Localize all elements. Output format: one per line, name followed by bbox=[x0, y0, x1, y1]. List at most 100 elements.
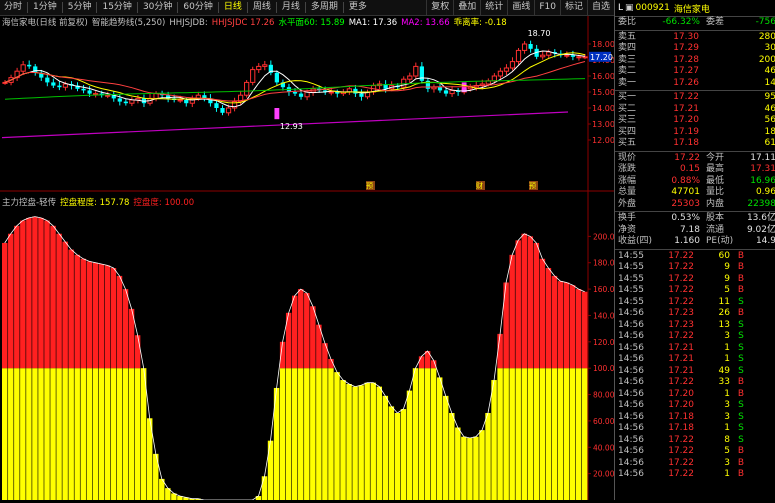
candle-body bbox=[413, 65, 419, 77]
toolbar-button-1[interactable]: 叠加 bbox=[453, 0, 480, 15]
sells-row[interactable]: 卖二 17.27 46 bbox=[615, 66, 775, 78]
stat-value: 0.15 bbox=[679, 164, 700, 174]
candle-body bbox=[564, 54, 570, 57]
tick-row[interactable]: 14:56 17.21 1 S bbox=[615, 354, 775, 366]
period-tab-0[interactable]: 分时 bbox=[0, 0, 26, 15]
control-bar-yellow bbox=[382, 395, 389, 500]
tick-row[interactable]: 14:56 17.21 1 S bbox=[615, 343, 775, 355]
toolbar-button-3[interactable]: 画线 bbox=[507, 0, 534, 15]
period-tab-9[interactable]: 多周期 bbox=[307, 0, 342, 15]
stat-label: 外盘 bbox=[618, 198, 637, 209]
toolbar-divider bbox=[217, 2, 219, 13]
control-bar-red bbox=[8, 233, 14, 369]
toolbar-button-4[interactable]: F10 bbox=[534, 0, 560, 15]
period-tab-8[interactable]: 月线 bbox=[278, 0, 304, 15]
control-bar-yellow bbox=[509, 368, 515, 500]
buys-row[interactable]: 买四 17.19 18 bbox=[615, 127, 775, 139]
candle-body bbox=[570, 55, 576, 57]
tick-row[interactable]: 14:56 17.22 3 B bbox=[615, 458, 775, 470]
tick-row[interactable]: 14:56 17.22 3 S bbox=[615, 331, 775, 343]
stat-value: 16.96 bbox=[750, 175, 775, 186]
buys-price: 17.18 bbox=[673, 138, 699, 148]
buys-volume: 56 bbox=[764, 115, 775, 125]
control-bar-yellow bbox=[316, 368, 322, 500]
period-tab-6[interactable]: 日线 bbox=[220, 0, 246, 15]
sells-row[interactable]: 卖一 17.26 14 bbox=[615, 78, 775, 90]
control-bar-yellow bbox=[255, 496, 262, 500]
buys-row[interactable]: 买二 17.21 46 bbox=[615, 104, 775, 116]
tick-row[interactable]: 14:55 17.22 9 B bbox=[615, 274, 775, 286]
sells-row[interactable]: 卖四 17.29 30 bbox=[615, 43, 775, 55]
period-tab-7[interactable]: 周线 bbox=[249, 0, 275, 15]
tick-row[interactable]: 14:56 17.23 26 B bbox=[615, 308, 775, 320]
period-tab-3[interactable]: 15分钟 bbox=[98, 0, 135, 15]
stat-label: 现价 bbox=[618, 152, 637, 163]
candle-body bbox=[262, 64, 268, 67]
control-bar-yellow bbox=[418, 368, 425, 500]
tick-row[interactable]: 14:56 17.23 13 S bbox=[615, 320, 775, 332]
tick-price: 17.22 bbox=[668, 457, 694, 468]
candle-body bbox=[256, 65, 262, 71]
stats-row: 外盘 25303 内盘 22398 bbox=[615, 199, 775, 211]
tick-row[interactable]: 14:56 17.18 1 S bbox=[615, 423, 775, 435]
tick-row[interactable]: 14:56 17.21 49 S bbox=[615, 366, 775, 378]
tick-row[interactable]: 14:55 17.22 5 B bbox=[615, 285, 775, 297]
tick-direction: B bbox=[737, 308, 745, 318]
stats-row: 涨跌 0.15 最高 17.31 bbox=[615, 164, 775, 176]
period-tab-2[interactable]: 5分钟 bbox=[64, 0, 96, 15]
control-bar-yellow bbox=[279, 368, 286, 500]
candle-body bbox=[431, 86, 437, 90]
toolbar-button-6[interactable]: 自选 bbox=[586, 0, 614, 15]
period-tab-5[interactable]: 60分钟 bbox=[179, 0, 216, 15]
tick-row[interactable]: 14:56 17.20 1 B bbox=[615, 389, 775, 401]
tick-row[interactable]: 14:55 17.22 11 S bbox=[615, 297, 775, 309]
indicator-y-label: 140.00 bbox=[593, 311, 614, 320]
period-tab-4[interactable]: 30分钟 bbox=[139, 0, 176, 15]
period-tab-1[interactable]: 1分钟 bbox=[29, 0, 61, 15]
control-bar-yellow bbox=[527, 368, 534, 500]
candle-body bbox=[540, 54, 546, 58]
tick-row[interactable]: 14:56 17.22 8 S bbox=[615, 435, 775, 447]
control-bar-red bbox=[418, 356, 425, 369]
tick-row[interactable]: 14:56 17.22 33 B bbox=[615, 377, 775, 389]
control-bar-red bbox=[575, 289, 582, 369]
toolbar-button-5[interactable]: 标记 bbox=[559, 0, 587, 15]
control-bar-yellow bbox=[424, 368, 431, 500]
control-bar-red bbox=[56, 233, 62, 369]
candle-body bbox=[546, 51, 552, 56]
indicator-y-label: 80.00 bbox=[593, 391, 614, 400]
control-bar-red bbox=[545, 268, 552, 369]
tick-time: 14:55 bbox=[618, 296, 644, 307]
toolbar-button-2[interactable]: 统计 bbox=[480, 0, 507, 15]
tick-price: 17.20 bbox=[668, 400, 694, 410]
tick-row[interactable]: 14:56 17.18 3 S bbox=[615, 412, 775, 424]
sells-row[interactable]: 卖五 17.30 280 bbox=[615, 32, 775, 44]
candle-body bbox=[93, 93, 99, 96]
tick-row[interactable]: 14:55 17.22 9 B bbox=[615, 262, 775, 274]
buys-row[interactable]: 买五 17.18 61 bbox=[615, 138, 775, 150]
control-bar-yellow bbox=[436, 377, 443, 500]
tick-time: 14:56 bbox=[618, 423, 644, 433]
tick-time: 14:55 bbox=[618, 262, 644, 272]
control-bar-yellow bbox=[304, 368, 310, 500]
control-bar-yellow bbox=[110, 368, 117, 500]
tick-price: 17.21 bbox=[668, 365, 694, 376]
tick-price: 17.20 bbox=[668, 388, 694, 399]
control-bar-red bbox=[104, 265, 111, 369]
tick-row[interactable]: 14:56 17.20 3 S bbox=[615, 400, 775, 412]
indicator-title: 主力控盘-轻传 bbox=[2, 197, 57, 208]
sells-row[interactable]: 卖三 17.28 200 bbox=[615, 55, 775, 67]
buys-row[interactable]: 买三 17.20 56 bbox=[615, 115, 775, 127]
tick-row[interactable]: 14:55 17.22 60 B bbox=[615, 251, 775, 263]
stats-row: 涨幅 0.88% 最低 16.96 bbox=[615, 176, 775, 188]
tick-row[interactable]: 14:56 17.22 1 B bbox=[615, 469, 775, 481]
control-bar-red bbox=[533, 242, 540, 369]
buys-row[interactable]: 买一 17.22 95 bbox=[615, 92, 775, 104]
period-tab-10[interactable]: 更多 bbox=[345, 0, 371, 15]
control-bar-yellow bbox=[430, 368, 437, 500]
toolbar-button-0[interactable]: 复权 bbox=[426, 0, 453, 15]
sells-volume: 30 bbox=[764, 43, 775, 53]
toolbar-divider bbox=[177, 2, 179, 13]
control-bar-yellow bbox=[116, 368, 123, 500]
tick-row[interactable]: 14:56 17.22 5 B bbox=[615, 446, 775, 458]
